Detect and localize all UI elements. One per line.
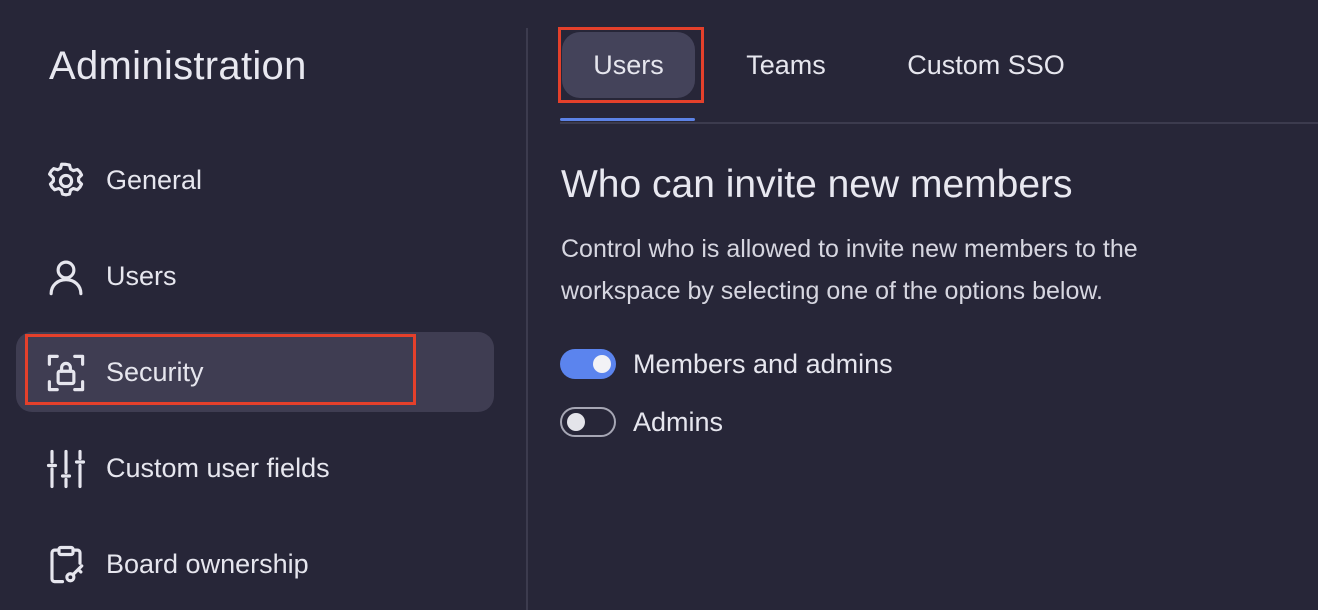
clipboard-key-icon <box>45 544 87 586</box>
section-title: Who can invite new members <box>561 163 1073 206</box>
tab-label: Users <box>593 49 664 80</box>
sliders-icon <box>45 448 87 490</box>
sidebar-item-label: Board ownership <box>106 548 309 579</box>
toggle-knob <box>567 413 585 431</box>
tab-teams[interactable]: Teams <box>730 32 842 98</box>
gear-icon <box>45 160 87 202</box>
tab-bar: Users Teams Custom SSO <box>560 28 1318 124</box>
sidebar-item-users[interactable]: Users <box>16 236 494 316</box>
tab-label: Custom SSO <box>907 49 1065 80</box>
option-members-and-admins: Members and admins <box>560 347 893 381</box>
option-label: Admins <box>633 406 724 437</box>
admin-page: Administration General Users Security Cu… <box>0 0 1318 610</box>
sidebar-item-label: Custom user fields <box>106 452 330 483</box>
tab-users[interactable]: Users <box>562 32 695 98</box>
sidebar-divider <box>526 28 528 610</box>
members-and-admins-toggle[interactable] <box>560 349 616 379</box>
tab-label: Teams <box>746 49 826 80</box>
sidebar: Administration General Users Security Cu… <box>0 0 527 610</box>
option-label: Members and admins <box>633 348 893 379</box>
user-icon <box>45 256 87 298</box>
sidebar-item-general[interactable]: General <box>16 140 494 220</box>
sidebar-title: Administration <box>49 44 307 88</box>
admins-toggle[interactable] <box>560 407 616 437</box>
sidebar-item-label: Users <box>106 260 177 291</box>
sidebar-item-security[interactable]: Security <box>16 332 494 412</box>
section-description: Control who is allowed to invite new mem… <box>561 235 1138 305</box>
option-admins: Admins <box>560 405 723 439</box>
sidebar-item-custom-user-fields[interactable]: Custom user fields <box>16 428 494 508</box>
active-tab-indicator <box>560 118 695 121</box>
toggle-knob <box>593 355 611 373</box>
lock-icon <box>45 352 87 394</box>
sidebar-item-board-ownership[interactable]: Board ownership <box>16 524 494 604</box>
tab-custom-sso[interactable]: Custom SSO <box>892 32 1080 98</box>
sidebar-item-label: Security <box>106 356 204 387</box>
tab-bar-divider <box>560 122 1318 124</box>
sidebar-item-label: General <box>106 164 203 195</box>
